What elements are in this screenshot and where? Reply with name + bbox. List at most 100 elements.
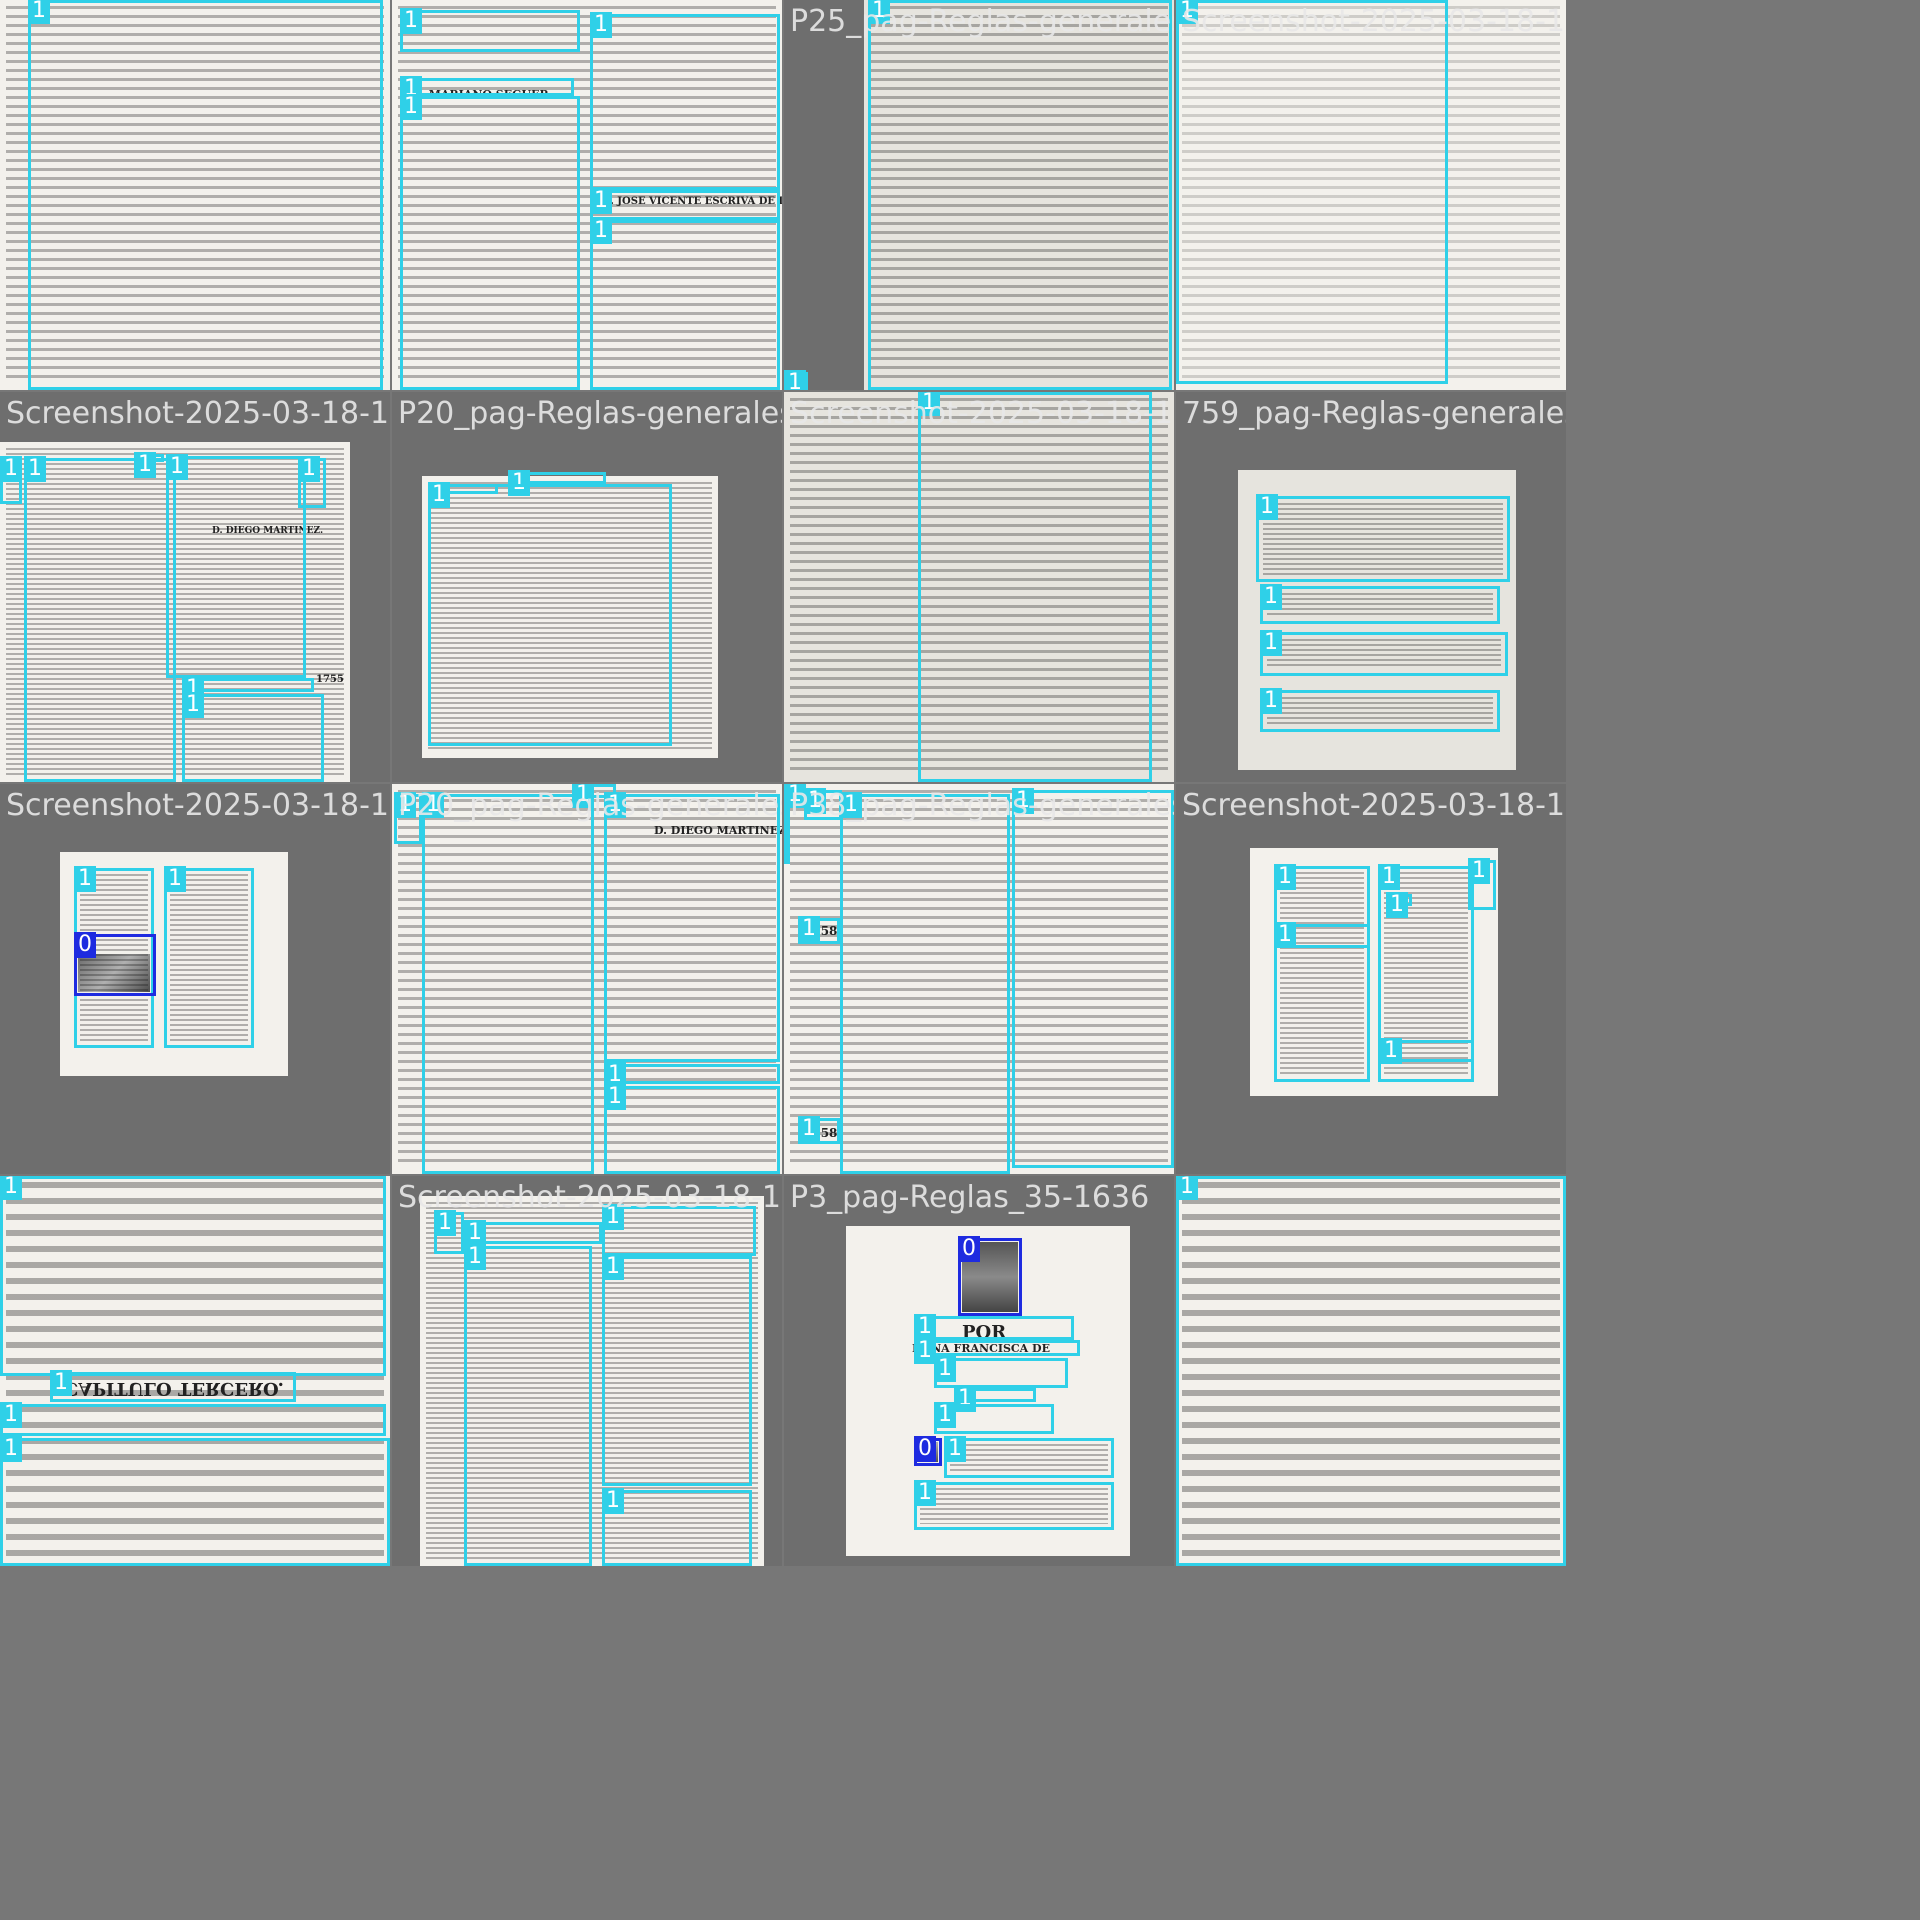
class-label: 1 bbox=[1274, 922, 1296, 948]
text-region-box: 1 bbox=[1260, 584, 1500, 624]
class-label: 1 bbox=[74, 866, 96, 892]
text-region-box: 1 bbox=[508, 470, 606, 496]
text-region-box: 1 bbox=[182, 692, 324, 782]
class-label: 1 bbox=[400, 94, 422, 120]
class-label: 1 bbox=[0, 1176, 22, 1200]
tile-title: P20_pag-Reglas-generales_S bbox=[398, 396, 782, 431]
tile-12: Screenshot-2025-03-18-195 1 1 1 1 1 1 bbox=[1176, 784, 1566, 1174]
class-label: 1 bbox=[1260, 688, 1282, 714]
tile-title: Screenshot-2025-03-18-195 bbox=[1182, 788, 1566, 823]
figure-region-box: 0 bbox=[74, 932, 156, 996]
tile-3: P25_pag-Reglas-generales_S 1 1 bbox=[784, 0, 1174, 390]
text-region-box: 1 bbox=[840, 792, 1010, 1174]
class-label: 1 bbox=[464, 1244, 486, 1270]
class-label: 1 bbox=[182, 692, 204, 718]
class-label: 1 bbox=[134, 452, 156, 478]
tile-title: P25_pag-Reglas-generales_S bbox=[790, 4, 1174, 39]
class-label: 1 bbox=[798, 1116, 820, 1142]
text-region-box: 1 bbox=[50, 1370, 296, 1402]
text-region-box: 1 bbox=[798, 916, 840, 944]
text-region-box: 1 bbox=[1012, 788, 1174, 1168]
tile-16: 1 bbox=[1176, 1176, 1566, 1566]
class-label: 1 bbox=[1380, 1038, 1402, 1064]
text-region-box: 1 bbox=[464, 1244, 592, 1566]
tile-5: Screenshot-2025-03-18-1953 D. DIEGO MART… bbox=[0, 392, 390, 782]
class-label: 1 bbox=[934, 1356, 956, 1382]
tile-13: CAPITULO TERCERO. 1 1 1 1 bbox=[0, 1176, 390, 1566]
class-label: 1 bbox=[1260, 630, 1282, 656]
class-label: 1 bbox=[400, 8, 422, 34]
tile-title: Screenshot-2025-03-18-193 bbox=[6, 788, 390, 823]
text-region-box: 1 bbox=[944, 1436, 1114, 1478]
text-region-box: 1 bbox=[134, 452, 164, 478]
text-region-box: 1 bbox=[798, 1116, 840, 1144]
tile-7: Screenshot-2025-03-18-1 1 bbox=[784, 392, 1174, 782]
text-region-box: 1 bbox=[164, 866, 254, 1048]
class-label: 1 bbox=[944, 1436, 966, 1462]
tile-10: P20_pag-Reglas-generales D. DIEGO MARTIN… bbox=[392, 784, 782, 1174]
class-label: 1 bbox=[914, 1314, 936, 1340]
text-region-box: 1 bbox=[604, 1062, 780, 1088]
text-region-box: 1 bbox=[24, 456, 176, 782]
class-label: 1 bbox=[464, 1220, 486, 1246]
text-region-box: 1 bbox=[0, 1436, 390, 1566]
text-region-box: 1 bbox=[1176, 1176, 1566, 1566]
class-label: 1 bbox=[602, 1488, 624, 1514]
text-region-box: 1 bbox=[1256, 494, 1510, 582]
text-region-box: 1 bbox=[934, 1356, 1068, 1388]
class-label: 0 bbox=[74, 932, 96, 958]
figure-region-box: 0 bbox=[958, 1236, 1022, 1316]
class-label: 1 bbox=[1260, 584, 1282, 610]
text-region-box: 1 bbox=[400, 76, 574, 102]
text-region-box: 1 bbox=[590, 12, 780, 190]
tile-title: Screenshot-2025-03-18-1953 bbox=[6, 396, 390, 431]
tile-title: Screenshot-2025-03-18-194 bbox=[1182, 4, 1566, 39]
class-label: 1 bbox=[50, 1370, 72, 1396]
tile-9: Screenshot-2025-03-18-193 1 1 0 bbox=[0, 784, 390, 1174]
tile-4: Screenshot-2025-03-18-194 1 bbox=[1176, 0, 1566, 390]
text-region-box: 1 bbox=[918, 392, 1152, 782]
text-region-box: 1 bbox=[914, 1338, 1080, 1364]
text-region-box: 1 bbox=[604, 1084, 780, 1174]
class-label: 1 bbox=[798, 916, 820, 942]
class-label: 1 bbox=[1386, 892, 1408, 918]
text-region-box: 1 bbox=[298, 456, 326, 508]
tile-11: P38_pag-Reglas-generales 1758 1758 1 1 1… bbox=[784, 784, 1174, 1174]
text-region-box: 1 bbox=[602, 1488, 752, 1566]
class-label: 1 bbox=[1274, 864, 1296, 890]
text-region-box: 1 bbox=[182, 676, 314, 702]
class-label: 1 bbox=[298, 456, 320, 482]
class-label: 1 bbox=[1378, 864, 1400, 890]
figure-region-box: 0 bbox=[914, 1436, 942, 1466]
text-region-box: 1 bbox=[1274, 922, 1370, 948]
text-region-box: 1 bbox=[400, 94, 580, 390]
text-region-box: 1 bbox=[166, 454, 306, 678]
text-region-box: 1 bbox=[28, 0, 383, 390]
class-label: 1 bbox=[0, 456, 22, 482]
text-region-box: 1 bbox=[934, 1402, 1054, 1434]
class-label: 1 bbox=[428, 482, 450, 508]
text-region-box: 1 bbox=[604, 792, 780, 1062]
text-region-box: 1 bbox=[954, 1386, 1036, 1412]
text-region-box: 1 bbox=[784, 370, 808, 390]
class-label: 1 bbox=[0, 1436, 22, 1462]
class-label: 1 bbox=[602, 1254, 624, 1280]
text-region-box: 1 bbox=[0, 1402, 386, 1436]
class-label: 1 bbox=[0, 1402, 22, 1428]
tile-title: Screenshot-2025-03-18-1954 bbox=[398, 1180, 782, 1215]
tile-title: P3_pag-Reglas_35-1636 bbox=[790, 1180, 1150, 1215]
text-region-box: 1 bbox=[1274, 864, 1370, 1082]
class-label: 1 bbox=[914, 1338, 936, 1364]
text-region-box: 1 bbox=[868, 0, 1172, 390]
text-region-box: 1 bbox=[590, 188, 780, 220]
text-region-box: 1 bbox=[422, 792, 594, 1174]
tile-title: Screenshot-2025-03-18-1 bbox=[790, 396, 1173, 431]
text-region-box: 1 bbox=[1176, 0, 1448, 384]
class-label: 1 bbox=[164, 866, 186, 892]
tile-6: P20_pag-Reglas-generales_S 1 1 1 bbox=[392, 392, 782, 782]
tile-14: Screenshot-2025-03-18-1954 1 1 1 1 1 1 bbox=[392, 1176, 782, 1566]
text-region-box: 1 bbox=[602, 1254, 752, 1486]
text-region-box: 1 bbox=[464, 1220, 602, 1246]
class-label: 1 bbox=[590, 188, 612, 214]
class-label: 0 bbox=[914, 1436, 936, 1462]
